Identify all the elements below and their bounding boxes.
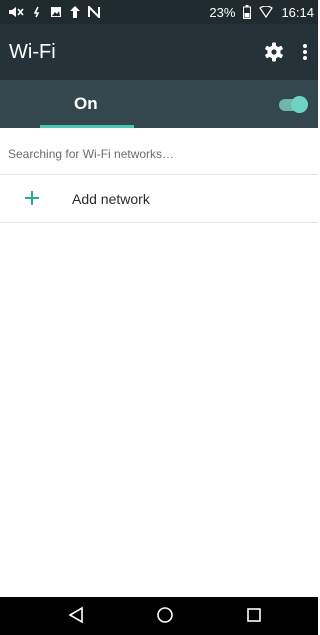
battery-icon — [243, 5, 252, 19]
app-bar-actions — [264, 42, 308, 62]
wifi-signal-icon — [259, 6, 274, 18]
add-network-button[interactable]: Add network — [0, 175, 318, 223]
mute-icon — [8, 6, 24, 18]
clock: 16:14 — [281, 4, 314, 20]
switch-thumb — [291, 96, 308, 113]
status-message: Searching for Wi-Fi networks… — [8, 147, 175, 161]
recents-icon[interactable] — [245, 606, 265, 626]
status-right-icons: 23% 16:14 — [209, 5, 314, 20]
more-options-icon[interactable] — [302, 43, 308, 61]
status-message-row: Searching for Wi-Fi networks… — [0, 128, 318, 175]
image-icon — [50, 6, 62, 18]
status-left-icons — [8, 6, 100, 18]
page-title: Wi-Fi — [9, 40, 56, 63]
wifi-toggle-label: On — [74, 94, 98, 113]
battery-percent: 23% — [209, 4, 236, 20]
app-bar: Wi-Fi — [0, 24, 318, 80]
navigation-bar — [0, 597, 318, 635]
wifi-toggle-bar[interactable]: On — [0, 80, 318, 128]
plus-icon — [25, 188, 39, 208]
add-network-label: Add network — [72, 191, 150, 207]
back-icon[interactable] — [67, 606, 87, 626]
n-icon — [88, 6, 100, 18]
upload-icon — [70, 6, 80, 18]
home-icon[interactable] — [156, 606, 176, 626]
status-bar: 23% 16:14 — [0, 0, 318, 24]
nfc-icon — [32, 6, 42, 18]
settings-gear-icon[interactable] — [264, 42, 284, 62]
wifi-toggle-switch[interactable] — [279, 95, 308, 113]
